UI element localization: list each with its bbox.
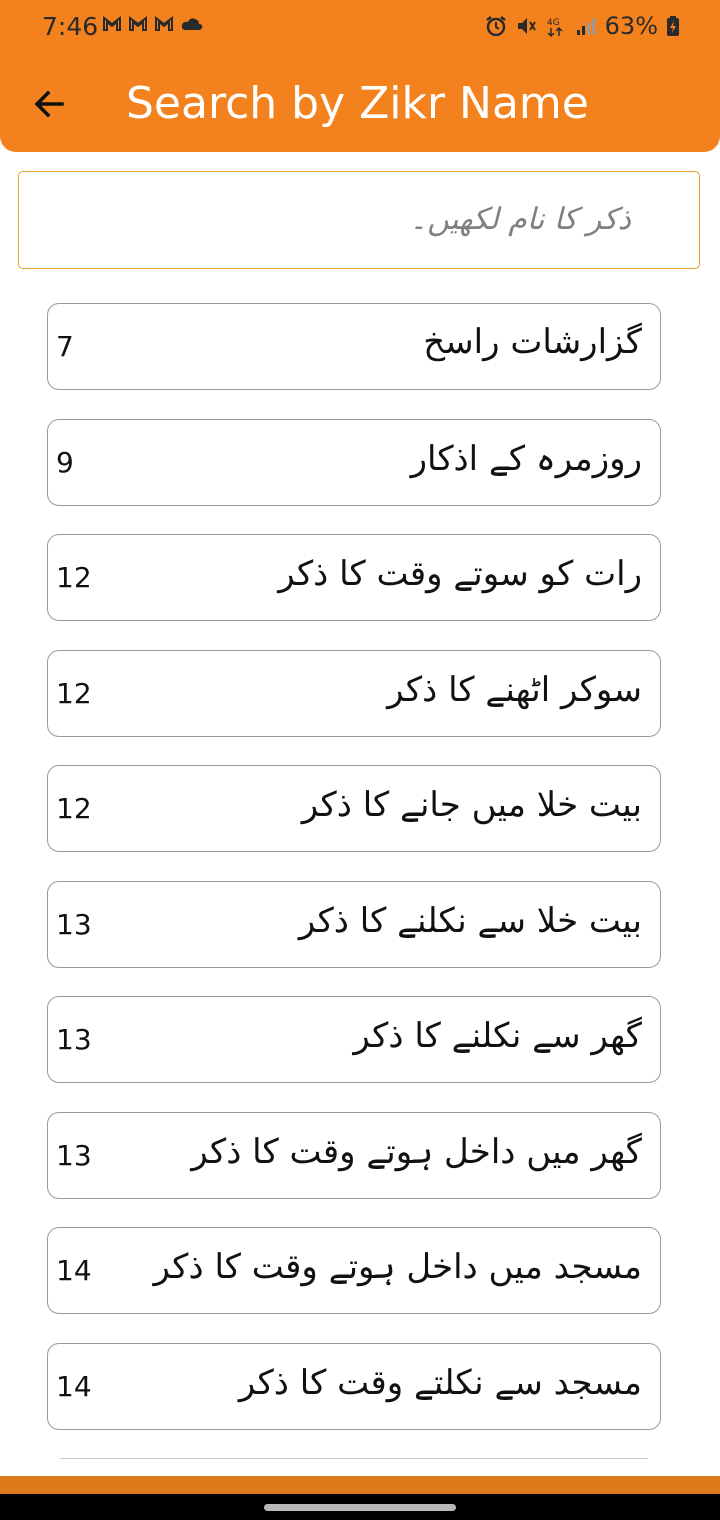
- zikr-title: مسجد سے نکلتے وقت کا ذکر: [238, 1362, 642, 1403]
- signal-icon: [575, 15, 597, 37]
- battery-percent: 63%: [604, 12, 658, 40]
- system-status: 4G 63%: [485, 12, 680, 40]
- gmail-icon: [128, 14, 148, 34]
- list-item[interactable]: 14 مسجد سے نکلتے وقت کا ذکر: [47, 1342, 661, 1430]
- back-arrow-icon: [34, 90, 64, 118]
- battery-icon: [666, 15, 680, 37]
- zikr-title: بیت خلا سے نکلنے کا ذکر: [298, 900, 642, 941]
- page-number: 12: [56, 792, 92, 825]
- home-indicator[interactable]: [264, 1504, 456, 1511]
- zikr-title: مسجد میں داخل ہوتے وقت کا ذکر: [153, 1247, 642, 1287]
- list-item[interactable]: 12 سوکر اٹھنے کا ذکر: [47, 649, 661, 737]
- zikr-list: 7 گزارشات راسخ 9 روزمرہ کے اذکار 12 رات کو سو…: [47, 303, 661, 1458]
- page-number: 14: [56, 1369, 92, 1403]
- list-item[interactable]: 13 گھر سے نکلنے کا ذکر: [47, 996, 661, 1083]
- page-number: 7: [56, 330, 74, 363]
- svg-text:4G: 4G: [547, 18, 560, 28]
- list-item[interactable]: 9 روزمرہ کے اذکار: [47, 418, 661, 506]
- list-item[interactable]: 12 رات کو سوتے وقت کا ذکر: [47, 534, 661, 621]
- 4g-icon: 4G: [545, 15, 567, 38]
- zikr-title: سوکر اٹھنے کا ذکر: [387, 669, 642, 710]
- page-number: 13: [56, 1138, 92, 1172]
- page-number: 12: [56, 561, 92, 594]
- vibrate-icon: [515, 15, 537, 37]
- page-number: 9: [56, 445, 74, 479]
- zikr-title: رات کو سوتے وقت کا ذکر: [278, 554, 642, 594]
- divider: [60, 1458, 648, 1459]
- list-item[interactable]: 12 بیت خلا میں جانے کا ذکر: [47, 765, 661, 852]
- zikr-title: گھر میں داخل ہوتے وقت کا ذکر: [191, 1131, 642, 1172]
- page-title: Search by Zikr Name: [126, 78, 589, 129]
- status-time: 7:46: [42, 12, 99, 41]
- page-number: 13: [56, 907, 92, 941]
- list-item[interactable]: 7 گزارشات راسخ: [47, 303, 661, 390]
- search-input[interactable]: [21, 174, 691, 264]
- list-item[interactable]: 13 گھر میں داخل ہوتے وقت کا ذکر: [47, 1111, 661, 1199]
- zikr-title: روزمرہ کے اذکار: [410, 438, 642, 479]
- page-number: 14: [56, 1254, 92, 1287]
- notification-icons: [102, 14, 203, 34]
- list-item[interactable]: 14 مسجد میں داخل ہوتے وقت کا ذکر: [47, 1227, 661, 1314]
- zikr-title: گزارشات راسخ: [423, 322, 642, 362]
- search-box: [18, 171, 700, 269]
- back-button[interactable]: [30, 84, 70, 124]
- status-bar: 7:46 4G 63%: [0, 0, 720, 56]
- cloud-icon: [180, 14, 203, 34]
- gmail-icon: [154, 14, 174, 34]
- zikr-title: گھر سے نکلنے کا ذکر: [353, 1016, 642, 1056]
- gmail-icon: [102, 14, 122, 34]
- page-number: 13: [56, 1023, 92, 1056]
- zikr-title: بیت خلا میں جانے کا ذکر: [301, 785, 642, 825]
- bottom-band: [0, 1476, 720, 1494]
- alarm-icon: [485, 15, 507, 37]
- list-item[interactable]: 13 بیت خلا سے نکلنے کا ذکر: [47, 880, 661, 968]
- page-number: 12: [56, 676, 92, 710]
